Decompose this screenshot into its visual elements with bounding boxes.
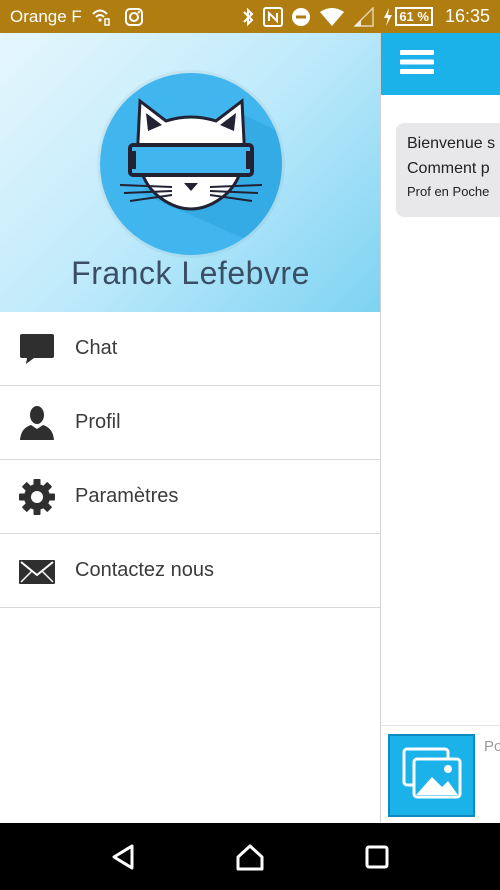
instagram-icon: [124, 7, 144, 27]
back-icon[interactable]: [98, 832, 148, 882]
wifi-calling-icon: [91, 7, 115, 27]
avatar[interactable]: [100, 73, 282, 255]
bluetooth-icon: [241, 7, 255, 27]
user-name: Franck Lefebvre: [71, 255, 310, 291]
menu-icon[interactable]: [400, 48, 434, 81]
gallery-button[interactable]: [388, 734, 475, 817]
menu-label: Chat: [75, 337, 118, 359]
wifi-icon: [319, 7, 345, 27]
chat-screen: Bienvenue s Comment p Prof en Poche Po: [380, 33, 500, 823]
status-bar: Orange F 61 % 16:35: [0, 0, 500, 33]
menu-item-profil[interactable]: Profil: [0, 386, 380, 460]
gear-icon: [18, 478, 56, 516]
nfc-icon: [263, 6, 284, 27]
signal-icon: [353, 6, 375, 27]
cat-mascot-icon: [119, 98, 282, 255]
charging-icon: [383, 7, 393, 26]
message-line-1: Bienvenue s: [407, 135, 496, 152]
toolbar: [380, 33, 500, 95]
navigation-drawer: Franck Lefebvre Chat Profil Paramètres C…: [0, 33, 381, 823]
message-composer: Po: [380, 725, 500, 823]
message-sender: Prof en Poche: [407, 184, 490, 199]
screen: Orange F 61 % 16:35 Bienvenue s Comment …: [0, 0, 500, 890]
home-icon[interactable]: [225, 832, 275, 882]
menu-item-chat[interactable]: Chat: [0, 312, 380, 386]
menu-item-contactez-nous[interactable]: Contactez nous: [0, 534, 380, 608]
chat-icon: [18, 330, 56, 368]
carrier-name: Orange F: [10, 6, 82, 26]
message-line-2: Comment p: [407, 160, 490, 177]
person-icon: [18, 404, 56, 442]
composer-placeholder[interactable]: Po: [484, 738, 500, 755]
message-bubble: Bienvenue s Comment p Prof en Poche: [396, 123, 500, 217]
menu-label: Contactez nous: [75, 559, 214, 581]
menu-label: Profil: [75, 411, 121, 433]
system-nav-bar: [0, 823, 500, 890]
menu-label: Paramètres: [75, 485, 179, 507]
menu-item-parametres[interactable]: Paramètres: [0, 460, 380, 534]
drawer-menu: Chat Profil Paramètres Contactez nous: [0, 312, 380, 608]
clock: 16:35: [444, 6, 490, 26]
do-not-disturb-icon: [291, 7, 311, 27]
recents-icon[interactable]: [352, 832, 402, 882]
battery-icon: 61 %: [395, 7, 433, 26]
drawer-header: Franck Lefebvre: [0, 33, 380, 312]
gallery-icon: [400, 745, 464, 806]
envelope-icon: [18, 552, 56, 590]
